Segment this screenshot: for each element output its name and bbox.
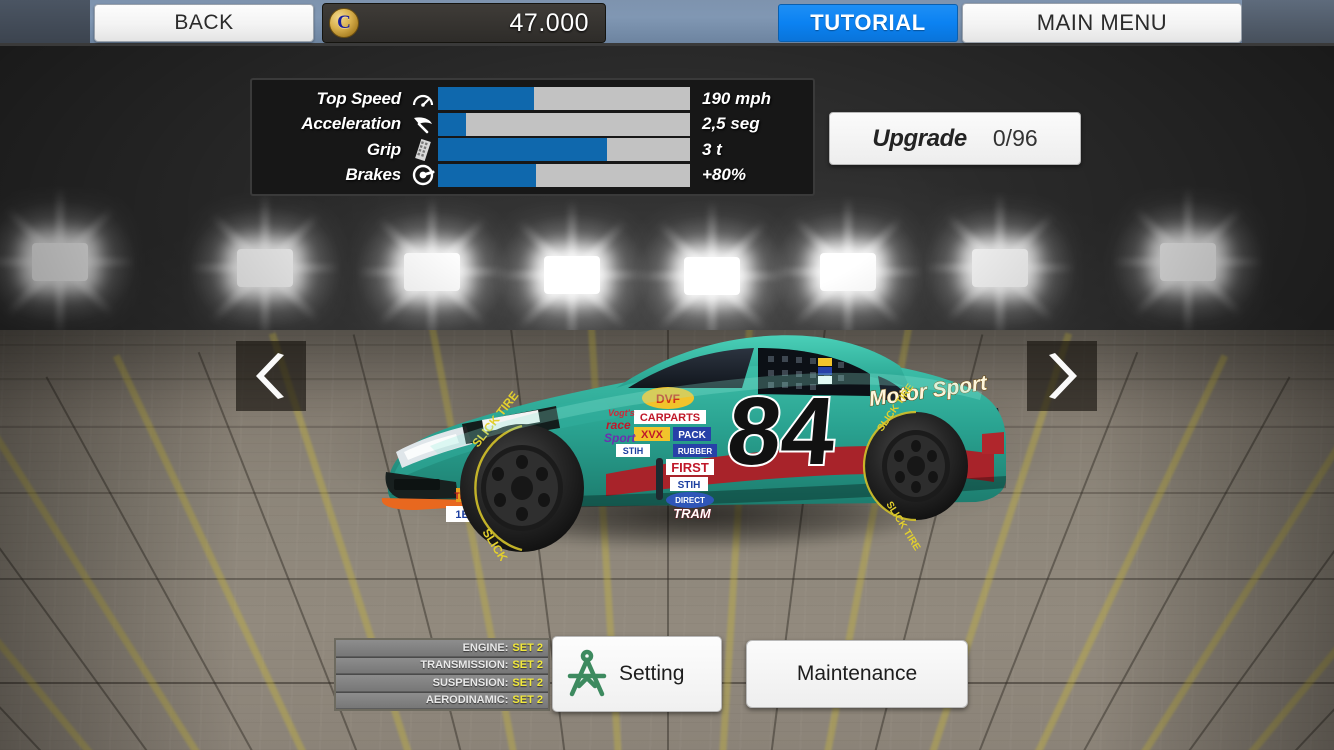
stat-row: Acceleration 2,5 seg [260,112,805,137]
stat-value: 190 mph [702,88,771,108]
stat-bar-fill [438,112,466,136]
tutorial-button-label: TUTORIAL [810,10,926,35]
stat-bar [438,138,690,162]
upgrade-count: 0/96 [992,125,1038,151]
setup-name: TRANSMISSION: [420,659,509,672]
svg-text:RUBBER: RUBBER [678,447,712,456]
svg-text:PACK: PACK [678,430,706,441]
stat-label: Top Speed [316,88,402,108]
stat-row: Top Speed 190 mph [260,87,805,112]
svg-text:XVX: XVX [641,429,664,441]
setup-value: SET 2 [512,694,543,707]
race-car-model: 84 Motor Sport DVF CARPARTS XVX PACK STI… [370,296,1020,590]
previous-car-button[interactable] [236,341,306,411]
setup-row[interactable]: ENGINE: SET 2 [336,640,548,657]
upgrade-label: Upgrade [872,124,967,152]
main-menu-button[interactable]: MAIN MENU [962,3,1242,43]
svg-text:STIH: STIH [623,446,644,456]
setup-name: ENGINE: [462,641,509,654]
stat-row: Grip 3 t [260,138,805,163]
speedometer-icon [410,87,436,111]
stat-label: Acceleration [301,114,401,134]
svg-text:Vogt's: Vogt's [608,408,635,418]
setup-summary-list[interactable]: ENGINE: SET 2 TRANSMISSION: SET 2 SUSPENSION… [334,638,550,711]
stat-value: 3 t [702,139,722,159]
setting-label: Setting [619,662,685,685]
coin-icon: C [329,8,359,38]
setup-value: SET 2 [512,676,543,689]
top-bar: BACK C 47.000 TUTORIAL MAIN MENU [0,0,1334,46]
upgrade-button[interactable]: Upgrade 0/96 [829,112,1081,165]
chevron-right-icon [1049,353,1077,399]
setup-row[interactable]: TRANSMISSION: SET 2 [336,657,548,674]
maintenance-button[interactable]: Maintenance [746,640,968,708]
svg-text:Sport: Sport [604,431,636,445]
back-button[interactable]: BACK [94,4,314,42]
chevron-left-icon [256,353,284,399]
stat-bar [438,112,690,136]
setup-row[interactable]: AERODINAMIC: SET 2 [336,692,548,709]
stat-bar-fill [438,163,537,187]
setting-button[interactable]: Setting [552,636,722,712]
stat-label: Brakes [345,165,401,185]
currency-panel: C 47.000 [322,3,606,43]
stat-bar-fill [438,87,534,111]
coin-glyph: C [337,12,351,33]
brake-disc-icon [410,163,436,187]
svg-text:race: race [606,418,631,432]
setup-value: SET 2 [512,659,543,672]
stat-value: 2,5 seg [702,114,760,134]
compass-divider-icon [567,649,607,697]
maintenance-label: Maintenance [796,662,918,685]
setup-value: SET 2 [512,641,543,654]
setup-row[interactable]: SUSPENSION: SET 2 [336,675,548,692]
game-screen: 84 Motor Sport DVF CARPARTS XVX PACK STI… [0,0,1334,750]
car-stats-panel: Top Speed 190 mph Acceleration 2,5 seg Grip 3… [250,78,815,196]
stat-bar-fill [438,138,607,162]
svg-text:DIRECT: DIRECT [675,496,705,505]
setup-name: AERODINAMIC: [425,694,509,707]
acceleration-icon [410,112,436,136]
tutorial-button[interactable]: TUTORIAL [778,4,958,42]
back-button-label: BACK [174,11,234,34]
stat-label: Grip [366,139,401,159]
next-car-button[interactable] [1027,341,1097,411]
svg-text:FIRST: FIRST [671,460,709,475]
stat-bar [438,87,690,111]
coin-amount: 47.000 [509,8,589,37]
svg-text:STIH: STIH [678,480,701,491]
tire-tread-icon [410,138,436,162]
svg-text:CARPARTS: CARPARTS [640,412,700,424]
svg-text:TRAM: TRAM [673,506,712,521]
stat-bar [438,163,690,187]
setup-name: SUSPENSION: [432,676,509,689]
stat-value: +80% [702,165,746,185]
svg-text:84: 84 [723,378,839,485]
stat-row: Brakes +80% [260,163,805,188]
main-menu-button-label: MAIN MENU [1036,10,1168,35]
